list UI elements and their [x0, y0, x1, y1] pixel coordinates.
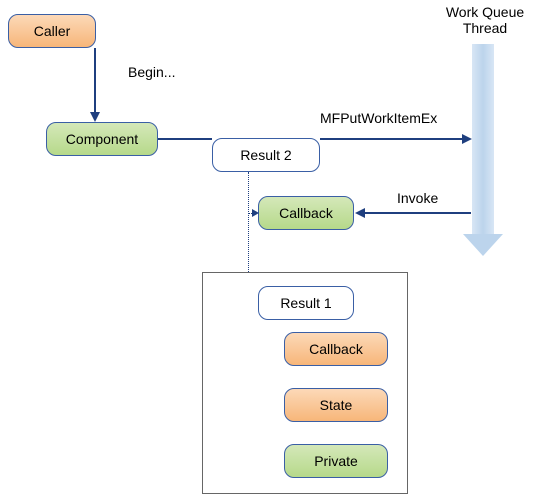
callback-orange-node: Callback — [284, 332, 388, 366]
private-label: Private — [314, 453, 358, 469]
state-node: State — [284, 388, 388, 422]
work-queue-thread-bar — [472, 44, 494, 234]
invoke-arrow-line — [365, 212, 471, 214]
dotted-to-callback-head — [252, 209, 259, 217]
caller-node: Caller — [8, 14, 96, 48]
callback-green-label: Callback — [279, 205, 333, 221]
result2-label: Result 2 — [240, 147, 291, 163]
invoke-arrow-head — [355, 208, 365, 218]
thread-title: Work Queue Thread — [430, 4, 540, 36]
result1-node: Result 1 — [258, 286, 354, 320]
thread-title-line1: Work Queue — [446, 4, 524, 20]
callback-orange-label: Callback — [309, 341, 363, 357]
invoke-label: Invoke — [397, 190, 438, 206]
begin-arrow-head — [90, 112, 100, 122]
component-label: Component — [66, 131, 138, 147]
put-label: MFPutWorkItemEx — [320, 110, 437, 126]
callback-green-node: Callback — [258, 196, 354, 230]
state-label: State — [320, 397, 353, 413]
result2-node: Result 2 — [212, 138, 320, 172]
thread-title-line2: Thread — [463, 20, 507, 36]
begin-label: Begin... — [128, 64, 175, 80]
caller-label: Caller — [34, 23, 71, 39]
put-arrow-line — [320, 138, 462, 140]
begin-arrow-line — [94, 48, 96, 114]
result1-label: Result 1 — [280, 295, 331, 311]
work-queue-thread-arrowhead — [463, 234, 503, 256]
component-to-result2-line — [158, 138, 212, 140]
put-arrow-head — [462, 134, 472, 144]
component-node: Component — [46, 122, 158, 156]
private-node: Private — [284, 444, 388, 478]
